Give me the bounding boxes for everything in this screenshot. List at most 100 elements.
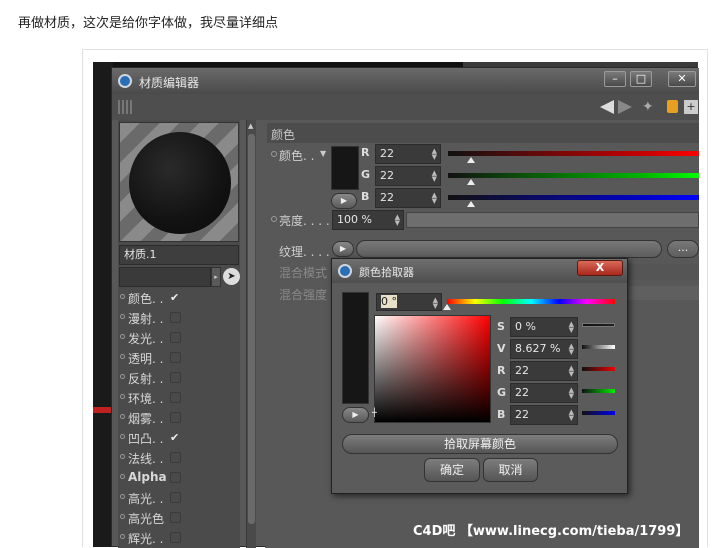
pr-slider[interactable] xyxy=(582,367,615,371)
channel-checkbox[interactable] xyxy=(170,412,181,423)
channel-keyframe-icon[interactable] xyxy=(120,454,125,459)
channel-checkbox[interactable]: ✔ xyxy=(170,432,181,443)
channel-row[interactable]: 颜色. . ✔ xyxy=(118,287,240,307)
watermark: C4D吧 【www.linecg.com/tieba/1799】 xyxy=(413,524,689,539)
brightness-field[interactable]: 100 % ▲ ▼ xyxy=(332,210,404,230)
g-slider-track[interactable] xyxy=(448,173,699,178)
channel-checkbox[interactable]: ✔ xyxy=(170,292,181,303)
texture-more-button[interactable]: ... xyxy=(667,240,699,258)
channel-keyframe-icon[interactable] xyxy=(120,334,125,339)
channel-row[interactable]: 法线. . xyxy=(118,447,240,467)
brightness-keyframe-icon[interactable] xyxy=(271,216,277,222)
material-editor-titlebar[interactable]: 材质编辑器 – □ ✕ xyxy=(112,68,699,94)
channel-keyframe-icon[interactable] xyxy=(120,434,125,439)
channel-row[interactable]: 高光. . xyxy=(118,487,240,507)
channel-checkbox[interactable] xyxy=(170,532,181,543)
channel-row[interactable]: 凹凸. . ✔ xyxy=(118,427,240,447)
channel-checkbox[interactable] xyxy=(170,472,181,483)
pr-label: R xyxy=(497,364,506,377)
texture-menu-button[interactable]: ▶ xyxy=(332,241,354,257)
pick-screen-color-button[interactable]: 拾取屏幕颜色 xyxy=(342,434,618,454)
g-slider-thumb[interactable] xyxy=(467,179,475,185)
channel-row[interactable]: Alpha xyxy=(118,467,240,487)
v-field[interactable]: 8.627 % ▲ ▼ xyxy=(510,339,578,359)
r-slider-track[interactable] xyxy=(448,151,699,156)
lock-icon[interactable] xyxy=(667,100,678,113)
forward-arrow-icon[interactable] xyxy=(618,100,632,114)
texture-slot[interactable] xyxy=(356,240,662,258)
channel-keyframe-icon[interactable] xyxy=(120,294,125,299)
channel-keyframe-icon[interactable] xyxy=(120,494,125,499)
channel-keyframe-icon[interactable] xyxy=(120,314,125,319)
brightness-slider[interactable] xyxy=(406,212,699,228)
color-expand-icon[interactable]: ▼ xyxy=(320,149,326,158)
channel-keyframe-icon[interactable] xyxy=(120,474,125,479)
left-panel-scrollbar[interactable]: ▲ xyxy=(246,120,256,548)
color-keyframe-icon[interactable] xyxy=(271,151,277,157)
channel-row[interactable]: 透明. . xyxy=(118,347,240,367)
maximize-button[interactable]: □ xyxy=(630,71,652,87)
hue-field[interactable]: 0 ° ▲ ▼ xyxy=(376,293,442,311)
color-picker-titlebar[interactable]: 颜色拾取器 X xyxy=(332,259,627,283)
color-picker-close-button[interactable]: X xyxy=(577,260,623,276)
channel-checkbox[interactable] xyxy=(170,312,181,323)
close-button[interactable]: ✕ xyxy=(668,71,696,87)
pb-slider[interactable] xyxy=(582,411,615,415)
color-picker-toggle-button[interactable]: ▶ xyxy=(331,193,357,209)
ok-button[interactable]: 确定 xyxy=(424,458,480,482)
channel-row[interactable]: 高光色 xyxy=(118,507,240,527)
cancel-button[interactable]: 取消 xyxy=(483,458,538,482)
saturation-value-field[interactable] xyxy=(374,315,491,423)
hue-slider[interactable] xyxy=(447,299,615,304)
minimize-button[interactable]: – xyxy=(604,71,626,87)
material-name-field[interactable]: 材质.1 xyxy=(119,245,239,265)
channel-keyframe-icon[interactable] xyxy=(120,354,125,359)
pb-field[interactable]: 22 ▲ ▼ xyxy=(510,405,578,425)
channel-checkbox[interactable] xyxy=(170,392,181,403)
scroll-up-icon[interactable]: ▲ xyxy=(248,122,253,130)
channel-checkbox[interactable] xyxy=(170,512,181,523)
channel-row[interactable]: 发光. . xyxy=(118,327,240,347)
channel-row[interactable]: 辉光. . xyxy=(118,527,240,547)
b-slider-track[interactable] xyxy=(448,195,699,200)
material-left-panel: 材质.1 ▸ ➤ 颜色. . ✔ 漫射. . 发光. . 透明. . 反射. . 环境. .… xyxy=(118,120,240,548)
r-field[interactable]: 22 ▲ ▼ xyxy=(375,144,441,164)
filter-arrow-button[interactable]: ▸ xyxy=(211,267,221,287)
scrollbar-thumb[interactable] xyxy=(248,134,255,524)
cursor-pick-icon[interactable]: ➤ xyxy=(223,268,240,285)
channel-row[interactable]: 环境. . xyxy=(118,387,240,407)
picker-toggle-button[interactable]: ▶ xyxy=(342,407,369,423)
add-icon[interactable]: + xyxy=(684,100,698,114)
r-slider-thumb[interactable] xyxy=(467,157,475,163)
s-slider[interactable] xyxy=(582,323,615,327)
b-field[interactable]: 22 ▲ ▼ xyxy=(375,188,441,208)
channel-checkbox[interactable] xyxy=(170,492,181,503)
channel-checkbox[interactable] xyxy=(170,352,181,363)
s-field[interactable]: 0 % ▲ ▼ xyxy=(510,317,578,337)
material-filter-field[interactable] xyxy=(119,267,211,287)
hue-slider-thumb[interactable] xyxy=(443,304,451,310)
channel-checkbox[interactable] xyxy=(170,332,181,343)
channel-keyframe-icon[interactable] xyxy=(120,414,125,419)
channel-keyframe-icon[interactable] xyxy=(120,374,125,379)
color-swatch[interactable] xyxy=(331,146,359,190)
pg-field[interactable]: 22 ▲ ▼ xyxy=(510,383,578,403)
channel-keyframe-icon[interactable] xyxy=(120,514,125,519)
channel-checkbox[interactable] xyxy=(170,452,181,463)
pg-slider[interactable] xyxy=(582,389,615,393)
sv-picker-cursor[interactable]: ┼ xyxy=(372,408,377,417)
pr-field[interactable]: 22 ▲ ▼ xyxy=(510,361,578,381)
b-slider-thumb[interactable] xyxy=(467,201,475,207)
channel-keyframe-icon[interactable] xyxy=(120,534,125,539)
g-field[interactable]: 22 ▲ ▼ xyxy=(375,166,441,186)
channel-checkbox[interactable] xyxy=(170,372,181,383)
channel-row[interactable]: 烟雾. . xyxy=(118,407,240,427)
material-preview[interactable] xyxy=(119,122,239,242)
channel-keyframe-icon[interactable] xyxy=(120,394,125,399)
channel-row[interactable]: 漫射. . xyxy=(118,307,240,327)
pin-icon[interactable]: ✦ xyxy=(642,99,654,115)
brightness-value: 100 % xyxy=(337,213,372,226)
channel-row[interactable]: 反射. . xyxy=(118,367,240,387)
back-arrow-icon[interactable] xyxy=(600,100,614,114)
v-slider[interactable] xyxy=(582,345,615,349)
